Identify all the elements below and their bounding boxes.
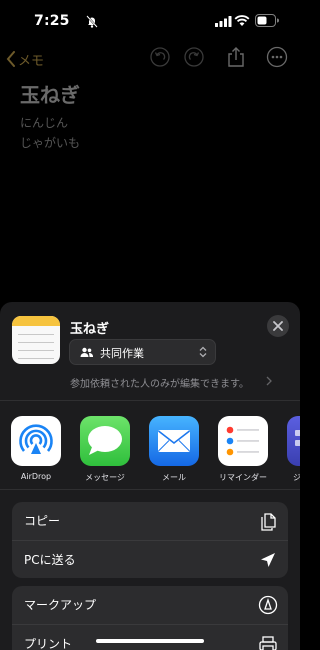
note-title[interactable]: 玉ねぎ: [20, 79, 80, 108]
note-navigation-bar: メモ: [0, 44, 300, 74]
share-sheet: 玉ねぎ 共同作業 参加依頼された人のみが編集できます。 AirDrop メッセー…: [0, 302, 300, 650]
home-indicator[interactable]: [96, 639, 204, 643]
reminders-icon: [218, 416, 268, 466]
app-label: メール: [162, 473, 186, 482]
action-label: PCに送る: [24, 553, 76, 567]
share-icon[interactable]: [225, 46, 247, 68]
permission-text[interactable]: 参加依頼された人のみが編集できます。: [70, 375, 249, 390]
undo-icon[interactable]: [149, 46, 171, 68]
send-to-pc-action[interactable]: PCに送る: [12, 540, 288, 578]
battery-icon: [255, 14, 279, 27]
app-label: AirDrop: [20, 472, 52, 481]
action-label: プリント: [24, 637, 73, 650]
app-label: ジ: [293, 473, 300, 482]
messages-icon: [80, 416, 130, 466]
wifi-icon: [234, 15, 250, 26]
divider: [0, 400, 300, 401]
share-app-partial[interactable]: ジ: [287, 416, 300, 483]
app-label: リマインダー: [219, 473, 267, 482]
people-icon: [80, 347, 93, 357]
share-app-mail[interactable]: メール: [149, 416, 199, 483]
share-app-reminders[interactable]: リマインダー: [218, 416, 268, 483]
note-line[interactable]: にんじん: [20, 114, 68, 131]
mail-icon: [149, 416, 199, 466]
redo-icon[interactable]: [183, 46, 205, 68]
action-label: コピー: [24, 514, 61, 528]
action-group: コピー PCに送る: [12, 502, 288, 578]
print-action[interactable]: プリント: [12, 624, 288, 650]
share-app-airdrop[interactable]: AirDrop: [11, 416, 61, 481]
back-button[interactable]: メモ: [6, 48, 44, 70]
status-bar: 7:25: [0, 0, 300, 44]
action-label: マークアップ: [24, 598, 97, 612]
divider: [0, 489, 300, 490]
share-app-messages[interactable]: メッセージ: [80, 416, 130, 483]
collaboration-option: 共同作業: [100, 347, 144, 360]
copy-icon: [261, 513, 276, 531]
app-icon: [287, 416, 300, 466]
more-icon[interactable]: [266, 46, 288, 68]
chevron-left-icon: [6, 51, 15, 67]
send-arrow-icon: [261, 553, 275, 567]
status-time: 7:25: [34, 13, 70, 29]
note-thumbnail: [12, 316, 60, 364]
close-icon: [273, 321, 283, 331]
printer-icon: [259, 636, 277, 650]
bell-slash-icon: [86, 15, 98, 28]
collaboration-select[interactable]: 共同作業: [69, 339, 216, 365]
chevron-right-icon[interactable]: [266, 376, 272, 386]
app-label: メッセージ: [85, 473, 125, 482]
airdrop-icon: [11, 416, 61, 466]
share-note-title: 玉ねぎ: [70, 322, 110, 337]
markup-action[interactable]: マークアップ: [12, 586, 288, 624]
note-line[interactable]: じゃがいも: [20, 134, 80, 151]
signal-icon: [215, 16, 232, 27]
close-button[interactable]: [267, 315, 289, 337]
copy-action[interactable]: コピー: [12, 502, 288, 540]
markup-icon: [258, 595, 278, 615]
back-label: メモ: [18, 53, 45, 69]
chevron-up-down-icon: [199, 346, 207, 358]
